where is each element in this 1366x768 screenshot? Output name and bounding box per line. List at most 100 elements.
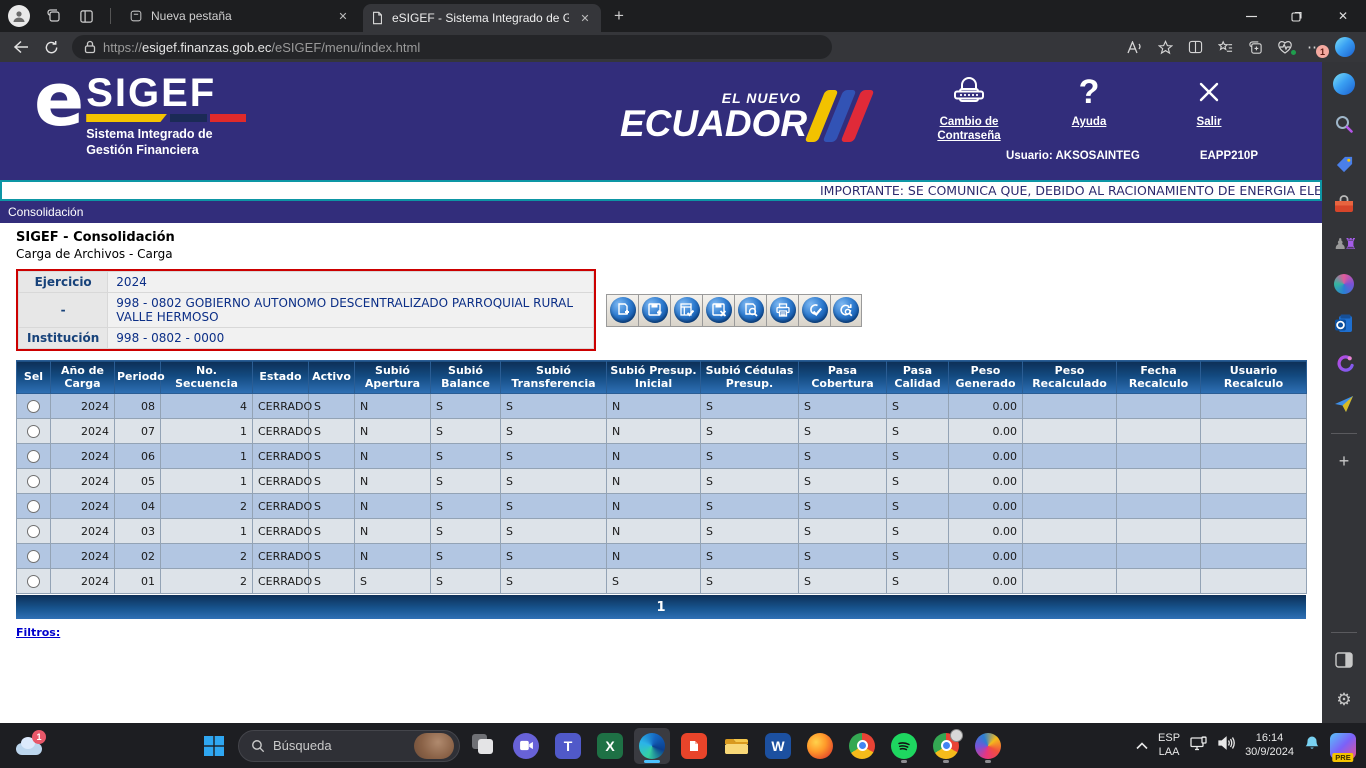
row-select-radio[interactable] xyxy=(27,525,40,538)
new-record-button[interactable] xyxy=(606,294,638,327)
row-select-radio[interactable] xyxy=(27,575,40,588)
clock-widget[interactable]: 16:14 30/9/2024 xyxy=(1245,732,1294,758)
page-number[interactable]: 1 xyxy=(656,600,665,615)
exit-button[interactable]: Salir xyxy=(1166,72,1252,144)
essentials-status-dot xyxy=(1290,49,1297,56)
pdf-app-icon[interactable] xyxy=(676,728,712,764)
search-icon[interactable] xyxy=(1327,107,1361,141)
save-new-button[interactable] xyxy=(638,294,670,327)
window-restore-button[interactable] xyxy=(1274,0,1320,32)
drop-icon[interactable] xyxy=(1327,387,1361,421)
back-button[interactable] xyxy=(6,34,36,60)
chrome-profile-app-icon[interactable] xyxy=(928,728,964,764)
esigef-logo-subtitle2: Gestión Financiera xyxy=(86,143,246,159)
tray-chevron-icon[interactable] xyxy=(1136,737,1148,755)
form-check-button[interactable] xyxy=(670,294,702,327)
read-aloud-icon[interactable] xyxy=(1120,34,1150,60)
edge-app-icon[interactable] xyxy=(634,728,670,764)
start-button[interactable] xyxy=(196,728,232,764)
cell: S xyxy=(887,544,949,569)
document-icon xyxy=(371,11,384,25)
profile-avatar[interactable] xyxy=(8,5,30,27)
microsoft365-icon[interactable] xyxy=(1327,267,1361,301)
pagination-bar: 1 xyxy=(16,595,1306,619)
window-minimize-button[interactable] xyxy=(1228,0,1274,32)
cell xyxy=(1117,519,1201,544)
outlook-icon[interactable] xyxy=(1327,307,1361,341)
refresh-button[interactable] xyxy=(36,34,66,60)
approve-button[interactable] xyxy=(798,294,830,327)
tray-time: 16:14 xyxy=(1245,732,1294,745)
column-header-6: Subió Apertura xyxy=(355,361,431,394)
copilot-sidebar-icon[interactable] xyxy=(1327,67,1361,101)
weather-widget[interactable]: 1 xyxy=(14,737,44,755)
notification-bell-icon[interactable] xyxy=(1304,735,1320,756)
split-screen-icon[interactable] xyxy=(1180,34,1210,60)
copilot-taskbar-icon[interactable]: PRE xyxy=(1330,733,1356,759)
row-select-radio[interactable] xyxy=(27,475,40,488)
word-app-icon[interactable]: W xyxy=(760,728,796,764)
url-host: esigef.finanzas.gob.ec xyxy=(142,40,271,55)
column-header-5: Activo xyxy=(309,361,355,394)
approve-icon xyxy=(802,297,828,323)
row-select-radio[interactable] xyxy=(27,400,40,413)
tab-close-icon[interactable]: ✕ xyxy=(335,8,351,24)
new-tab-button[interactable]: + xyxy=(605,3,633,29)
firefox-app-icon[interactable] xyxy=(802,728,838,764)
favorites-hub-icon[interactable] xyxy=(1210,34,1240,60)
collections-icon[interactable] xyxy=(1240,34,1270,60)
row-select-radio[interactable] xyxy=(27,425,40,438)
tab-nueva-pestana[interactable]: Nueva pestaña ✕ xyxy=(121,2,359,30)
language-indicator[interactable]: ESP LAA xyxy=(1158,732,1180,758)
paint-app-icon[interactable] xyxy=(970,728,1006,764)
search-highlight-image[interactable] xyxy=(414,733,454,759)
taskbar-search[interactable]: Búsqueda xyxy=(238,730,460,762)
tools-icon[interactable] xyxy=(1327,187,1361,221)
help-button[interactable]: ? Ayuda xyxy=(1046,72,1132,144)
favorite-star-icon[interactable] xyxy=(1150,34,1180,60)
volume-icon[interactable] xyxy=(1218,736,1235,755)
row-select-radio[interactable] xyxy=(27,450,40,463)
save-delete-button[interactable] xyxy=(702,294,734,327)
filters-link[interactable]: Filtros: xyxy=(16,626,60,639)
tab-groups-icon[interactable] xyxy=(40,3,68,29)
breadcrumb-item[interactable]: Consolidación xyxy=(8,205,83,219)
spotify-app-icon[interactable] xyxy=(886,728,922,764)
sidebar-add-icon[interactable]: + xyxy=(1327,444,1361,478)
task-view-button[interactable] xyxy=(466,728,502,764)
window-close-button[interactable]: ✕ xyxy=(1320,0,1366,32)
cell: N xyxy=(355,519,431,544)
meet-app-icon[interactable] xyxy=(508,728,544,764)
cell: S xyxy=(309,544,355,569)
row-select-radio[interactable] xyxy=(27,500,40,513)
chrome-app-icon[interactable] xyxy=(844,728,880,764)
cell: S xyxy=(309,419,355,444)
more-menu-icon[interactable]: ⋯1 xyxy=(1300,34,1330,60)
newtab-page-icon xyxy=(129,9,143,23)
file-explorer-icon[interactable] xyxy=(718,728,754,764)
vertical-tabs-icon[interactable] xyxy=(72,3,100,29)
print-button[interactable] xyxy=(766,294,798,327)
browser-essentials-icon[interactable] xyxy=(1270,34,1300,60)
network-icon[interactable] xyxy=(1190,736,1208,756)
cell: 0.00 xyxy=(949,419,1023,444)
shopping-icon[interactable] xyxy=(1327,147,1361,181)
row-select-radio[interactable] xyxy=(27,550,40,563)
cell: CERRADO xyxy=(253,394,309,419)
designer-icon[interactable] xyxy=(1327,347,1361,381)
sidebar-panel-icon[interactable] xyxy=(1327,643,1361,677)
cell: S xyxy=(309,469,355,494)
change-password-button[interactable]: Cambio de Contraseña xyxy=(926,72,1012,144)
copilot-toolbar-icon[interactable] xyxy=(1330,34,1360,60)
games-icon[interactable]: ♟♜ xyxy=(1327,227,1361,261)
url-bar[interactable]: https://esigef.finanzas.gob.ec/eSIGEF/me… xyxy=(72,35,832,59)
preview-button[interactable] xyxy=(734,294,766,327)
tab-esigef[interactable]: eSIGEF - Sistema Integrado de G ✕ xyxy=(363,4,601,32)
sidebar-settings-icon[interactable]: ⚙ xyxy=(1327,683,1361,717)
recalculate-button[interactable] xyxy=(830,294,862,327)
excel-app-icon[interactable]: X xyxy=(592,728,628,764)
tab-close-icon[interactable]: ✕ xyxy=(577,10,593,26)
cell: S xyxy=(887,519,949,544)
teams-app-icon[interactable]: T xyxy=(550,728,586,764)
cell xyxy=(1201,419,1307,444)
